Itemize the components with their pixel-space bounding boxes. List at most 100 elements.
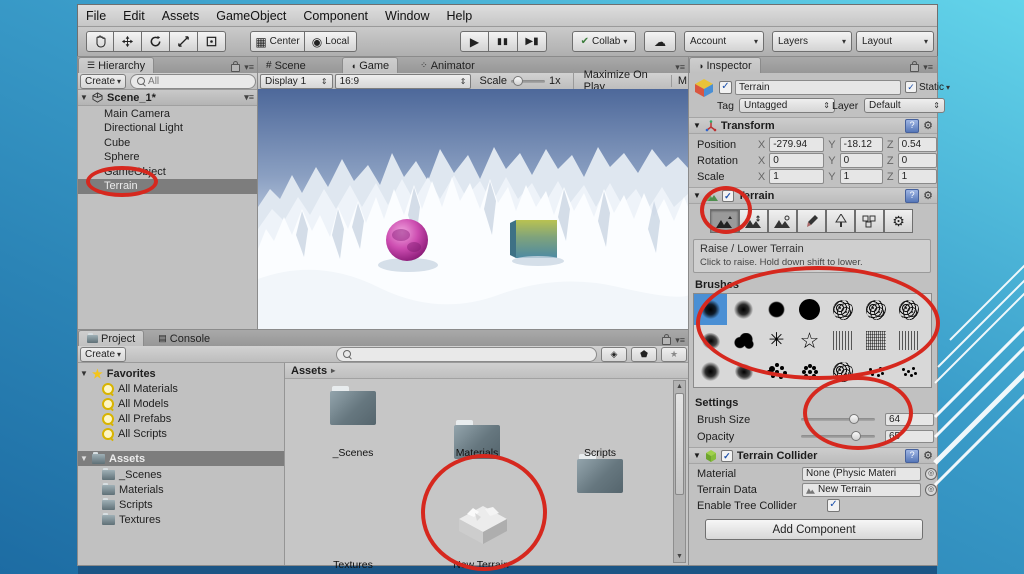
tree-all-scripts[interactable]: All Scripts bbox=[78, 426, 284, 441]
tab-project[interactable]: Project bbox=[78, 330, 145, 346]
favorites-filter-button[interactable]: ★ bbox=[661, 346, 687, 362]
enable-tree-collider-checkbox[interactable]: ✓ bbox=[827, 499, 840, 512]
opacity-field[interactable]: 65 bbox=[885, 430, 934, 443]
step-button[interactable]: ▶▮ bbox=[518, 31, 547, 52]
terrain-settings-tool[interactable]: ⚙ bbox=[884, 209, 913, 233]
hierarchy-search-input[interactable]: All bbox=[130, 73, 256, 89]
move-tool-button[interactable] bbox=[114, 31, 142, 52]
asset-label[interactable]: Textures bbox=[308, 559, 398, 571]
hierarchy-item-main-camera[interactable]: Main Camera bbox=[78, 106, 258, 121]
foldout-arrow-icon[interactable]: ▼ bbox=[693, 121, 701, 130]
tab-console[interactable]: ▤ Console bbox=[150, 331, 218, 346]
play-button[interactable]: ▶ bbox=[460, 31, 489, 52]
object-picker-icon[interactable]: ◎ bbox=[925, 483, 937, 496]
brush-thumb-dots[interactable] bbox=[859, 356, 892, 387]
scroll-down-icon[interactable]: ▼ bbox=[674, 551, 685, 562]
menu-assets[interactable]: Assets bbox=[162, 9, 200, 23]
brush-thumb-soft[interactable] bbox=[694, 294, 727, 325]
paint-texture-tool[interactable] bbox=[797, 209, 826, 233]
brush-thumb-speckle[interactable] bbox=[826, 356, 859, 387]
tag-dropdown[interactable]: Untagged ⇕ bbox=[739, 98, 835, 113]
pivot-local-button[interactable]: ◉ Local bbox=[305, 31, 357, 52]
search-by-type-button[interactable]: ◈ bbox=[601, 346, 627, 362]
brush-thumb-blob[interactable] bbox=[694, 325, 727, 356]
hierarchy-item-gameobject[interactable]: GameObject bbox=[78, 164, 258, 179]
asset-label[interactable]: New Terrain bbox=[436, 559, 526, 571]
panel-menu-icon[interactable]: ▾≡ bbox=[923, 62, 933, 73]
search-by-label-button[interactable]: ⬟ bbox=[631, 346, 657, 362]
pause-button[interactable]: ▮▮ bbox=[489, 31, 518, 52]
brush-size-knob[interactable] bbox=[849, 414, 859, 424]
brush-thumb-aster[interactable]: ✳ bbox=[760, 325, 793, 356]
layers-dropdown[interactable]: Layers ▾ bbox=[772, 31, 852, 52]
tab-scene[interactable]: # Scene bbox=[258, 58, 314, 73]
help-icon[interactable]: ? bbox=[905, 448, 920, 463]
panel-menu-icon[interactable]: ▾≡ bbox=[675, 62, 685, 73]
tab-hierarchy[interactable]: ☰ Hierarchy bbox=[78, 57, 155, 73]
tree-scenes-folder[interactable]: _Scenes bbox=[78, 467, 284, 482]
layer-dropdown[interactable]: Default ⇕ bbox=[864, 98, 945, 113]
asset-label[interactable]: Scripts bbox=[555, 447, 645, 459]
terrain-data-field[interactable]: New Terrain bbox=[802, 482, 921, 497]
menu-gameobject[interactable]: GameObject bbox=[216, 9, 286, 23]
hierarchy-item-terrain[interactable]: Terrain bbox=[78, 178, 258, 194]
brush-thumb-blob[interactable] bbox=[727, 356, 760, 387]
foldout-arrow-icon[interactable]: ▼ bbox=[80, 93, 88, 102]
hand-tool-button[interactable] bbox=[86, 31, 114, 52]
breadcrumb[interactable]: Assets ▸ bbox=[285, 363, 689, 379]
help-icon[interactable]: ? bbox=[905, 118, 920, 133]
menu-component[interactable]: Component bbox=[303, 9, 368, 23]
tree-materials-folder[interactable]: Materials bbox=[78, 482, 284, 497]
display-dropdown[interactable]: Display 1 ⇕ bbox=[260, 73, 333, 89]
tree-favorites[interactable]: ▼ ★ Favorites bbox=[78, 366, 284, 381]
gear-icon[interactable]: ⚙ bbox=[923, 119, 933, 133]
asset-folder-scenes[interactable] bbox=[330, 386, 376, 425]
asset-label[interactable]: Materials bbox=[432, 447, 522, 459]
position-y-field[interactable]: -18.12 bbox=[839, 137, 883, 152]
tab-animator[interactable]: ⁘ Animator bbox=[412, 58, 483, 73]
mute-toggle[interactable]: M bbox=[670, 75, 687, 87]
brush-thumb-speckle[interactable] bbox=[826, 294, 859, 325]
asset-terrain-new-terrain[interactable] bbox=[455, 495, 511, 545]
scale-x-field[interactable]: 1 bbox=[769, 169, 825, 184]
rotation-x-field[interactable]: 0 bbox=[769, 153, 825, 168]
brush-thumb-ring[interactable] bbox=[760, 294, 793, 325]
object-name-field[interactable]: Terrain bbox=[735, 80, 901, 95]
hierarchy-item-directional-light[interactable]: Directional Light bbox=[78, 121, 258, 136]
lock-icon[interactable] bbox=[910, 60, 920, 72]
brush-thumb-cloud[interactable] bbox=[727, 325, 760, 356]
scale-z-field[interactable]: 1 bbox=[897, 169, 938, 184]
cloud-button[interactable]: ☁ bbox=[644, 31, 676, 52]
scene-row[interactable]: ▼ Scene_1* ▾≡ bbox=[78, 90, 258, 106]
rect-tool-button[interactable] bbox=[198, 31, 226, 52]
scene-menu-icon[interactable]: ▾≡ bbox=[244, 92, 258, 103]
aspect-ratio-dropdown[interactable]: 16:9 ⇕ bbox=[334, 73, 472, 89]
add-component-button[interactable]: Add Component bbox=[705, 519, 923, 540]
place-trees-tool[interactable] bbox=[826, 209, 855, 233]
rotate-tool-button[interactable] bbox=[142, 31, 170, 52]
asset-folder-scripts[interactable] bbox=[577, 454, 623, 493]
brush-thumb-streak[interactable] bbox=[826, 325, 859, 356]
brush-thumb-dotring[interactable] bbox=[793, 356, 826, 387]
smooth-height-tool[interactable] bbox=[768, 209, 797, 233]
position-x-field[interactable]: -279.94 bbox=[769, 137, 825, 152]
active-checkbox[interactable]: ✓ bbox=[719, 81, 732, 94]
gear-icon[interactable]: ⚙ bbox=[923, 449, 933, 463]
rotation-y-field[interactable]: 0 bbox=[839, 153, 883, 168]
object-picker-icon[interactable]: ◎ bbox=[925, 467, 937, 480]
brush-thumb-dots[interactable] bbox=[892, 356, 925, 387]
scroll-up-icon[interactable]: ▲ bbox=[674, 381, 685, 392]
hierarchy-item-cube[interactable]: Cube bbox=[78, 135, 258, 150]
brush-thumb-speckle[interactable] bbox=[892, 294, 925, 325]
panel-menu-icon[interactable]: ▾≡ bbox=[244, 62, 254, 73]
account-dropdown[interactable]: Account ▾ bbox=[684, 31, 764, 52]
tab-inspector[interactable]: ◑ Inspector bbox=[689, 57, 761, 73]
brush-thumb-solid[interactable] bbox=[793, 294, 826, 325]
brush-thumb-soft[interactable] bbox=[727, 294, 760, 325]
brush-size-slider[interactable] bbox=[801, 413, 875, 426]
brush-thumb-noise[interactable] bbox=[859, 325, 892, 356]
menu-help[interactable]: Help bbox=[446, 9, 472, 23]
tree-assets-root[interactable]: ▼ Assets bbox=[78, 451, 284, 466]
component-enabled-checkbox[interactable]: ✓ bbox=[721, 189, 734, 202]
paint-height-tool[interactable] bbox=[739, 209, 768, 233]
